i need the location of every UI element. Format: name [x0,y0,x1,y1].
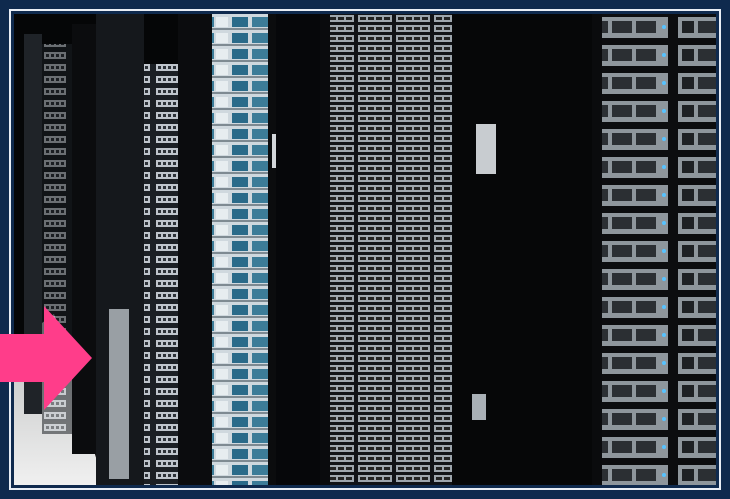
arrow-pointer-icon [0,306,92,410]
image-frame [0,0,730,499]
server-rack-photo [14,14,716,485]
